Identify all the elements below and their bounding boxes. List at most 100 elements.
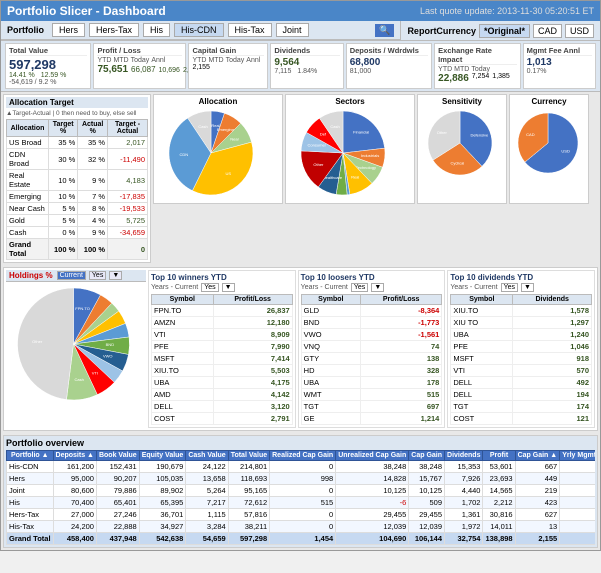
winners-current-btn[interactable]: Yes <box>201 283 218 292</box>
ov-unrealcg-hdr: Unrealized Cap Gain <box>336 451 409 461</box>
pie-label: Other <box>313 162 324 167</box>
search-button[interactable]: 🔍 <box>375 24 394 37</box>
pie-label: Real <box>351 174 359 179</box>
portfolio-his-btn[interactable]: His <box>143 23 170 37</box>
ov-capgain2-hdr: Cap Gain ▲ <box>515 451 560 461</box>
dividends-current-btn[interactable]: Yes <box>501 283 518 292</box>
holdings-current-btn[interactable]: Current <box>57 271 86 280</box>
ov-dividends: 1,361 <box>445 509 483 521</box>
ov-capgain: 29,455 <box>409 509 445 521</box>
ov-profit: 138,898 <box>483 533 515 545</box>
holdings-filter-btn[interactable]: ▼ <box>109 271 122 280</box>
ov-total: 597,298 <box>228 533 269 545</box>
winner-pl: 7,990 <box>213 341 292 353</box>
alloc-row-diff: 4,183 <box>108 170 148 191</box>
holdings-yes-btn[interactable]: Yes <box>89 271 106 280</box>
er-ytd: 7,254 <box>472 73 490 84</box>
losers-row: BND -1,773 <box>301 317 442 329</box>
ov-realcg: 515 <box>270 497 336 509</box>
pie-label: CDN <box>179 152 188 157</box>
winners-filter-btn[interactable]: ▼ <box>222 283 235 292</box>
winner-symbol: DELL <box>152 401 214 413</box>
ov-mgmtfee: 0.38 % <box>560 473 595 485</box>
overview-row: Grand Total 458,400 437,948 542,638 54,6… <box>7 533 596 545</box>
ov-profit: 14,565 <box>483 485 515 497</box>
ov-total: 38,211 <box>228 521 269 533</box>
loser-pl: 74 <box>360 341 441 353</box>
pie-label: US <box>226 171 232 176</box>
dividends-row: XIU.TO 1,578 <box>451 305 592 317</box>
loser-symbol: VWO <box>301 329 360 341</box>
portfolio-joint-btn[interactable]: Joint <box>276 23 309 37</box>
ov-deposits: 27,000 <box>53 509 96 521</box>
winner-pl: 8,909 <box>213 329 292 341</box>
tv-cash: -54,619 / 9.2 % <box>9 79 87 86</box>
ov-mgmtfee: 0.04 % <box>560 497 595 509</box>
overview-row: Hers 95,000 90,207 105,035 13,658 118,69… <box>7 473 596 485</box>
winner-symbol: XIU.TO <box>152 365 214 377</box>
alloc-row-target: 5 % <box>49 215 78 227</box>
rc-cad-btn[interactable]: CAD <box>533 24 562 38</box>
winners-row: VTI 8,909 <box>152 329 293 341</box>
winner-pl: 3,120 <box>213 401 292 413</box>
loser-symbol: GLD <box>301 305 360 317</box>
ov-bookvalue-hdr: Book Value <box>96 451 139 461</box>
ov-portfolio: Joint <box>7 485 54 497</box>
total-value-box: Total Value 597,298 14.41 % 12.59 % -54,… <box>5 43 91 89</box>
loser-symbol: VNQ <box>301 341 360 353</box>
ov-mgmtfee-hdr: Yrly Mgmt Fee % <box>560 451 595 461</box>
loser-symbol: UBA <box>301 377 360 389</box>
alloc-row-actual: 8 % <box>78 203 108 215</box>
winner-symbol: COST <box>152 413 214 425</box>
losers-filter-btn[interactable]: ▼ <box>371 283 384 292</box>
ov-capgain2: 219 <box>515 485 560 497</box>
ov-capgain2: 627 <box>515 509 560 521</box>
pie-label: FPN.TO <box>75 306 90 311</box>
ov-portfolio: His <box>7 497 54 509</box>
deposits-box: Deposits / Wdrdwls 68,800 81,000 <box>346 43 432 89</box>
loser-symbol: TGT <box>301 401 360 413</box>
pie-label: Cyclical <box>451 161 465 166</box>
er-value: 22,886 <box>438 73 469 84</box>
winners-row: UBA 4,175 <box>152 377 293 389</box>
rc-original-btn[interactable]: *Original* <box>479 24 530 38</box>
ov-portfolio: His-Tax <box>7 521 54 533</box>
div-symbol: COST <box>451 413 513 425</box>
losers-row: VNQ 74 <box>301 341 442 353</box>
dep-title: Deposits / Wdrdwls <box>350 46 428 56</box>
dividends-table: Symbol Dividends XIU.TO 1,578 XIU TO 1,2… <box>450 294 592 425</box>
tv-sub2: 12.59 % <box>41 72 67 79</box>
losers-row: GE 1,214 <box>301 413 442 425</box>
portfolio-his-tax-btn[interactable]: His-Tax <box>228 23 272 37</box>
losers-current-btn[interactable]: Yes <box>351 283 368 292</box>
winners-table: Symbol Profit/Loss FPN.TO 26,837 AMZN 12… <box>151 294 293 425</box>
ov-capgain: 12,039 <box>409 521 445 533</box>
holdings-title-bar: Holdings % Current Yes ▼ <box>6 270 146 282</box>
portfolio-hers-tax-btn[interactable]: Hers-Tax <box>89 23 139 37</box>
ov-capgain: 509 <box>409 497 445 509</box>
winners-row: MSFT 7,414 <box>152 353 293 365</box>
ov-bookvalue: 22,888 <box>96 521 139 533</box>
dividends-filter-btn[interactable]: ▼ <box>521 283 534 292</box>
portfolio-his-cdn-btn[interactable]: His-CDN <box>174 23 224 37</box>
div-value: 174 <box>513 401 592 413</box>
loser-pl: 1,214 <box>360 413 441 425</box>
ov-dividends: 1,702 <box>445 497 483 509</box>
ov-mgmtfee: 0.17 % <box>560 533 595 545</box>
ov-bookvalue: 437,948 <box>96 533 139 545</box>
ov-realcg: 0 <box>270 509 336 521</box>
dividends-row: PFE 1,046 <box>451 341 592 353</box>
ov-bookvalue: 90,207 <box>96 473 139 485</box>
portfolio-hers-btn[interactable]: Hers <box>52 23 85 37</box>
alloc-row-diff: -19,533 <box>108 203 148 215</box>
winners-row: PFE 7,990 <box>152 341 293 353</box>
ov-realcg: 998 <box>270 473 336 485</box>
winner-pl: 4,142 <box>213 389 292 401</box>
header: Portfolio Slicer - Dashboard Last quote … <box>1 1 600 21</box>
winner-symbol: PFE <box>152 341 214 353</box>
alloc-row-actual: 4 % <box>78 215 108 227</box>
pl-labels: YTDMTDTodayAnnl <box>97 57 182 64</box>
rc-usd-btn[interactable]: USD <box>565 24 594 38</box>
pie-label: Cash <box>198 124 207 129</box>
exchange-rate-box: Exchange Rate Impact YTDMTDToday 22,886 … <box>434 43 520 89</box>
